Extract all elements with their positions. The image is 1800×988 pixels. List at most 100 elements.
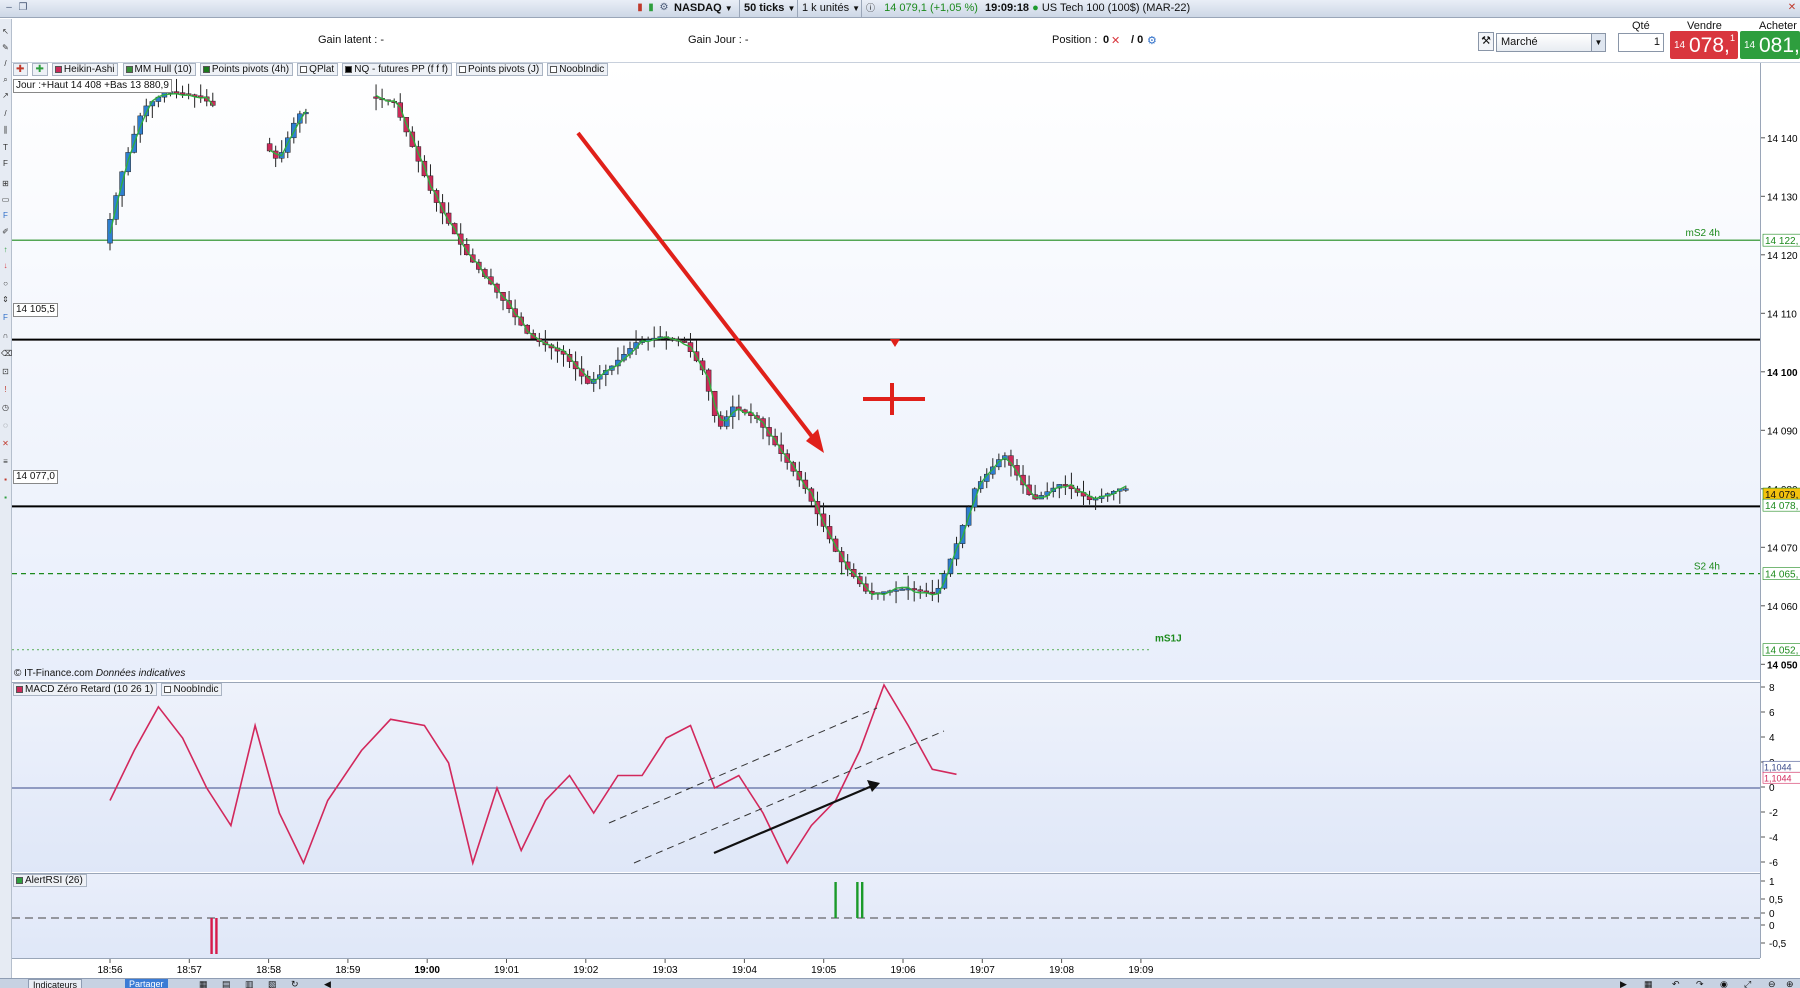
price-axis[interactable]: 14 140 14 130 14 120 14 110 14 100 14 090 14 0… [1760,63,1800,958]
day-range-box: Jour :+Haut 14 408 +Bas 13 880,9 [13,79,172,93]
settings-icon[interactable]: ⚙ [658,2,670,14]
fibonacci-icon[interactable]: F [1,159,10,168]
print-icon[interactable]: ▥ [241,979,258,988]
minimize-icon[interactable]: – [3,2,15,14]
hide-icon[interactable]: ◌ [1,421,10,430]
measure-icon[interactable]: ⇕ [1,295,10,304]
level-label-2: 14 077,0 [13,470,58,484]
macd-legend: MACD Zéro Retard (10 26 1) NoobIndic [13,683,223,696]
settings-icon[interactable]: ⚙ [1147,34,1157,47]
trendline-icon[interactable]: / [1,109,10,118]
drawing-toolbar: ↖ ✎ / ⌕ ↗ / ∥ T F ⊞ ▭ F ✐ ↑ ↓ ○ ⇕ F ∩ ⌫ … [0,19,12,979]
candles-green-icon[interactable]: ▮ [645,2,657,14]
price-chart-canvas[interactable]: mS2 4h S2 4h mS1J [12,63,1760,680]
indicator-mm-hull[interactable]: MM Hull (10) [122,63,196,76]
zoom-out-icon[interactable]: ⊖ [1764,979,1780,988]
undo-icon[interactable]: ↶ [1668,979,1684,988]
qty-header: Qté [1632,20,1650,32]
indicator-alertrsi[interactable]: AlertRSI (26) [13,874,87,887]
fibo-retrace-icon[interactable]: F [1,313,10,322]
indicator-pivots-4h[interactable]: Points pivots (4h) [199,63,294,76]
share-button[interactable]: Partager [125,979,168,988]
sell-price-big: 078, [1689,34,1730,57]
cancel-icon[interactable]: ✕ [1111,34,1120,47]
indicator-pivots-j[interactable]: Points pivots (J) [456,63,544,76]
chart-close-button[interactable]: ✚ [13,63,29,76]
indicator-label: AlertRSI (26) [25,875,83,886]
wrench-icon[interactable]: ⚒ [1478,32,1494,51]
indicator-noobindic-2[interactable]: NoobIndic [161,683,223,696]
color-swatch [202,66,210,73]
indicator-heikin-ashi[interactable]: Heikin-Ashi [51,63,119,76]
restore-icon[interactable]: ❐ [17,2,29,14]
qty-input[interactable]: 1 [1618,33,1664,52]
text-icon[interactable]: T [1,143,10,152]
price-label: 14 100 [1767,368,1798,379]
indicator-macd[interactable]: MACD Zéro Retard (10 26 1) [13,683,158,696]
time-label: 18:56 [97,965,122,976]
copyright-note: © IT-Finance.com Données indicatives [14,668,185,679]
refresh-icon[interactable]: ↻ [287,979,303,988]
layout-icon[interactable]: ▦ [195,979,212,988]
calendar-icon[interactable]: ▦ [1640,979,1657,988]
indicator-nq-pp[interactable]: NQ - futures PP (f f f) [342,63,452,76]
info-icon[interactable]: ⓘ [866,3,875,13]
macd-tick-label: 8 [1769,683,1775,694]
ticks-select[interactable]: 50 ticks ▼ [740,0,798,18]
indicators-label: Indicateurs [33,980,78,988]
delete-icon[interactable]: ✕ [1,439,10,448]
buy-button[interactable]: 14 081, [1740,31,1800,59]
fibo-fan-icon[interactable]: F [1,211,10,220]
indicator-label: Points pivots (4h) [211,64,290,75]
macd-tag: 1,1044 [1764,762,1792,772]
alertrsi-panel[interactable] [12,873,1760,958]
line-icon[interactable]: / [1,59,10,68]
export-icon[interactable]: ▧ [264,979,281,988]
chart-add-button[interactable]: ✚ [32,63,48,76]
alarm-icon[interactable]: ◷ [1,403,10,412]
units-select[interactable]: 1 k unités ▼ [798,0,862,18]
cursor-icon[interactable]: ↖ [1,27,10,36]
eraser-icon[interactable]: ⌫ [1,349,12,358]
gann-icon[interactable]: ⊞ [1,179,10,188]
ellipse-icon[interactable]: ○ [1,279,10,288]
zoom-in-icon[interactable]: ⊕ [1782,979,1798,988]
pencil-icon[interactable]: ✎ [1,43,10,52]
rsi-tick-label: 0 [1769,909,1775,920]
channel-icon[interactable]: ∥ [1,125,10,134]
camera-icon[interactable]: ◉ [1716,979,1732,988]
market-select[interactable]: NASDAQ ▼ [670,0,740,18]
time-axis[interactable]: 18:56 18:57 18:58 18:59 19:00 19:01 19:02 19:03… [12,958,1760,978]
magnet-icon[interactable]: ∩ [1,331,10,340]
scroll-left-icon[interactable]: ◀ [320,979,335,988]
order-line-icon[interactable]: ≡ [1,457,10,466]
arrow-up-icon[interactable]: ↑ [1,245,10,254]
alert-icon[interactable]: ! [1,385,10,394]
ray-icon[interactable]: ↗ [1,91,10,100]
arrow-down-icon[interactable]: ↓ [1,261,10,270]
macd-canvas[interactable] [12,683,1760,873]
alertrsi-canvas[interactable] [12,874,1760,959]
sell-button[interactable]: 14 078, 1 [1670,31,1738,59]
buy-order-icon[interactable]: ▪ [1,493,10,502]
fullscreen-icon[interactable]: ⤢ [1740,979,1755,988]
indicator-qplat[interactable]: QPlat [297,63,339,76]
indicator-noobindic[interactable]: NoobIndic [547,63,609,76]
lock-icon[interactable]: ⊡ [1,367,10,376]
redo-icon[interactable]: ↷ [1692,979,1708,988]
indicators-button[interactable]: Indicateurs [28,979,83,988]
brush-icon[interactable]: ✐ [1,227,10,236]
template-icon[interactable]: ▤ [218,979,235,988]
close-icon[interactable]: ✕ [1786,2,1798,14]
channel-lower [633,730,945,864]
price-label: 14 140 [1767,134,1798,145]
order-type-select[interactable]: Marché ▼ [1496,33,1606,52]
candle-down [173,91,180,94]
zoom-icon[interactable]: ⌕ [1,75,10,84]
sell-order-icon[interactable]: ▪ [1,475,10,484]
macd-panel[interactable] [12,682,1760,872]
price-chart[interactable]: mS2 4h S2 4h mS1J [12,63,1760,680]
scroll-right-icon[interactable]: ▶ [1616,979,1631,988]
color-swatch [300,66,308,73]
rectangle-icon[interactable]: ▭ [1,195,10,204]
